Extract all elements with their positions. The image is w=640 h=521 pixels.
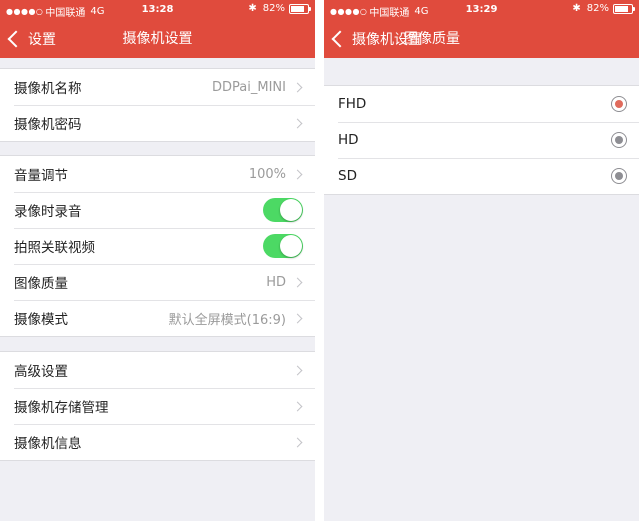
row-label: 摄像机信息 (14, 436, 82, 452)
chevron-right-icon (292, 401, 303, 411)
settings-group-media: 音量调节 100% 录像时录音 拍照关联视频 图像质量 HD 摄像模式 默认全屏… (0, 155, 315, 337)
row-value: DDPai_MINI (212, 79, 286, 95)
radio-button-icon (611, 132, 627, 148)
radio-button-icon (611, 168, 627, 184)
row-label: 摄像机密码 (14, 117, 82, 133)
chevron-right-icon (292, 365, 303, 375)
chevron-right-icon (292, 169, 303, 179)
navigation-bar: 摄像机设置 图像质量 (324, 20, 639, 58)
option-label: FHD (338, 96, 367, 112)
battery-fill (291, 5, 304, 12)
radio-button-icon (611, 96, 627, 112)
back-button[interactable]: 摄像机设置 (330, 20, 422, 58)
quality-options-group: FHD HD SD (324, 85, 639, 195)
photo-link-video-toggle[interactable] (263, 234, 303, 258)
option-label: SD (338, 168, 357, 184)
navigation-bar: 设置 摄像机设置 (0, 20, 315, 58)
quality-option-sd[interactable]: SD (324, 158, 639, 194)
status-bar: ●●●●○ 中国联通 4G 13:28 ✱ 82% (0, 0, 315, 20)
chevron-right-icon (292, 313, 303, 323)
battery-icon (613, 3, 635, 14)
settings-group-camera: 摄像机名称 DDPai_MINI 摄像机密码 (0, 68, 315, 142)
row-label: 录像时录音 (14, 204, 82, 220)
record-audio-row: 录像时录音 (0, 192, 315, 228)
camera-password-row[interactable]: 摄像机密码 (0, 105, 315, 141)
bluetooth-icon: ✱ (248, 3, 257, 14)
row-label: 拍照关联视频 (14, 240, 95, 256)
chevron-right-icon (292, 277, 303, 287)
toggle-knob (280, 235, 302, 257)
row-label: 摄像模式 (14, 312, 68, 328)
row-label: 摄像机存储管理 (14, 400, 109, 416)
option-label: HD (338, 132, 359, 148)
battery-percent: 82% (262, 3, 285, 14)
chevron-right-icon (292, 118, 303, 128)
camera-info-row[interactable]: 摄像机信息 (0, 424, 315, 460)
chevron-right-icon (292, 437, 303, 447)
quality-option-fhd[interactable]: FHD (324, 86, 639, 122)
battery-percent: 82% (586, 3, 609, 14)
chevron-left-icon (7, 30, 25, 48)
back-button-label: 摄像机设置 (352, 32, 422, 48)
chevron-right-icon (292, 82, 303, 92)
camera-mode-row[interactable]: 摄像模式 默认全屏模式(16:9) (0, 300, 315, 336)
volume-row[interactable]: 音量调节 100% (0, 156, 315, 192)
battery-fill (615, 5, 628, 12)
camera-settings-screen: ●●●●○ 中国联通 4G 13:28 ✱ 82% 设置 摄像机设置 摄像机名称… (0, 0, 315, 521)
bluetooth-icon: ✱ (572, 3, 581, 14)
camera-name-row[interactable]: 摄像机名称 DDPai_MINI (0, 69, 315, 105)
chevron-left-icon (331, 30, 349, 48)
row-label: 图像质量 (14, 276, 68, 292)
status-bar: ●●●●○ 中国联通 4G 13:29 ✱ 82% (324, 0, 639, 20)
row-value: 100% (248, 166, 286, 182)
toggle-knob (280, 199, 302, 221)
row-label: 音量调节 (14, 168, 68, 184)
row-value: 默认全屏模式(16:9) (168, 312, 286, 328)
back-button-label: 设置 (28, 32, 56, 48)
battery-icon (289, 3, 311, 14)
image-quality-screen: ●●●●○ 中国联通 4G 13:29 ✱ 82% 摄像机设置 图像质量 FHD… (324, 0, 639, 521)
storage-management-row[interactable]: 摄像机存储管理 (0, 388, 315, 424)
record-audio-toggle[interactable] (263, 198, 303, 222)
quality-option-hd[interactable]: HD (324, 122, 639, 158)
photo-link-video-row: 拍照关联视频 (0, 228, 315, 264)
settings-group-advanced: 高级设置 摄像机存储管理 摄像机信息 (0, 351, 315, 461)
row-value: HD (266, 274, 286, 290)
advanced-settings-row[interactable]: 高级设置 (0, 352, 315, 388)
row-label: 摄像机名称 (14, 81, 82, 97)
back-button[interactable]: 设置 (6, 20, 56, 58)
row-label: 高级设置 (14, 364, 68, 380)
image-quality-row[interactable]: 图像质量 HD (0, 264, 315, 300)
